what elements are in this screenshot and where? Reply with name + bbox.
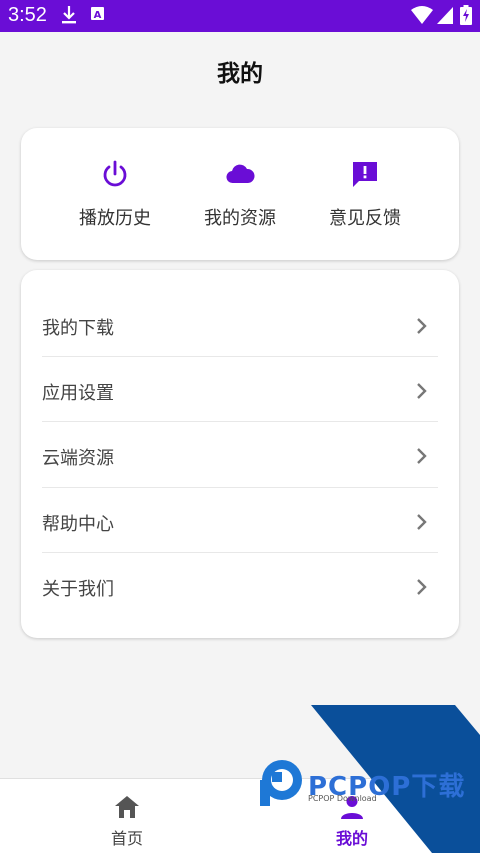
- home-icon: [115, 796, 139, 818]
- menu-item-help-center[interactable]: 帮助中心: [42, 488, 438, 553]
- power-icon: [103, 160, 127, 187]
- page-title: 我的: [217, 61, 263, 87]
- menu-item-app-settings[interactable]: 应用设置: [42, 357, 438, 422]
- feedback-icon: [353, 162, 377, 187]
- status-bar: 3:52 A: [0, 0, 480, 32]
- menu-item-label: 应用设置: [42, 383, 114, 404]
- chevron-right-icon: [417, 514, 427, 530]
- menu-card: 我的下载 应用设置 云端资源 帮助中心 关于我们: [21, 270, 459, 638]
- menu-item-label: 帮助中心: [42, 514, 114, 535]
- menu-item-my-downloads[interactable]: 我的下载: [42, 292, 438, 357]
- nav-label: 首页: [110, 829, 143, 848]
- a-icon: A: [91, 7, 104, 21]
- quick-action-feedback[interactable]: 意见反馈: [292, 128, 438, 260]
- chevron-right-icon: [417, 383, 427, 399]
- menu-item-label: 关于我们: [42, 579, 114, 600]
- chevron-right-icon: [417, 318, 427, 334]
- nav-label: 我的: [335, 829, 368, 848]
- cloud-icon: [226, 164, 255, 184]
- status-time: 3:52: [8, 4, 47, 26]
- nav-tab-home[interactable]: 首页: [7, 779, 247, 853]
- quick-action-label: 意见反馈: [329, 208, 401, 229]
- watermark-logo-icon: [260, 760, 302, 806]
- download-icon: [62, 6, 76, 24]
- battery-charging-icon: [460, 5, 472, 25]
- signal-icon: [437, 7, 453, 24]
- menu-item-label: 我的下载: [42, 318, 114, 339]
- svg-text:A: A: [94, 10, 102, 21]
- menu-item-cloud-resources[interactable]: 云端资源: [42, 422, 438, 487]
- watermark-subtitle: PCPOP Download: [308, 794, 377, 803]
- chevron-right-icon: [417, 448, 427, 464]
- menu-item-about-us[interactable]: 关于我们: [42, 553, 438, 618]
- quick-actions-card: 播放历史 我的资源 意见反馈: [21, 128, 459, 260]
- wifi-icon: [411, 6, 433, 24]
- chevron-right-icon: [417, 579, 427, 595]
- menu-item-label: 云端资源: [42, 448, 114, 469]
